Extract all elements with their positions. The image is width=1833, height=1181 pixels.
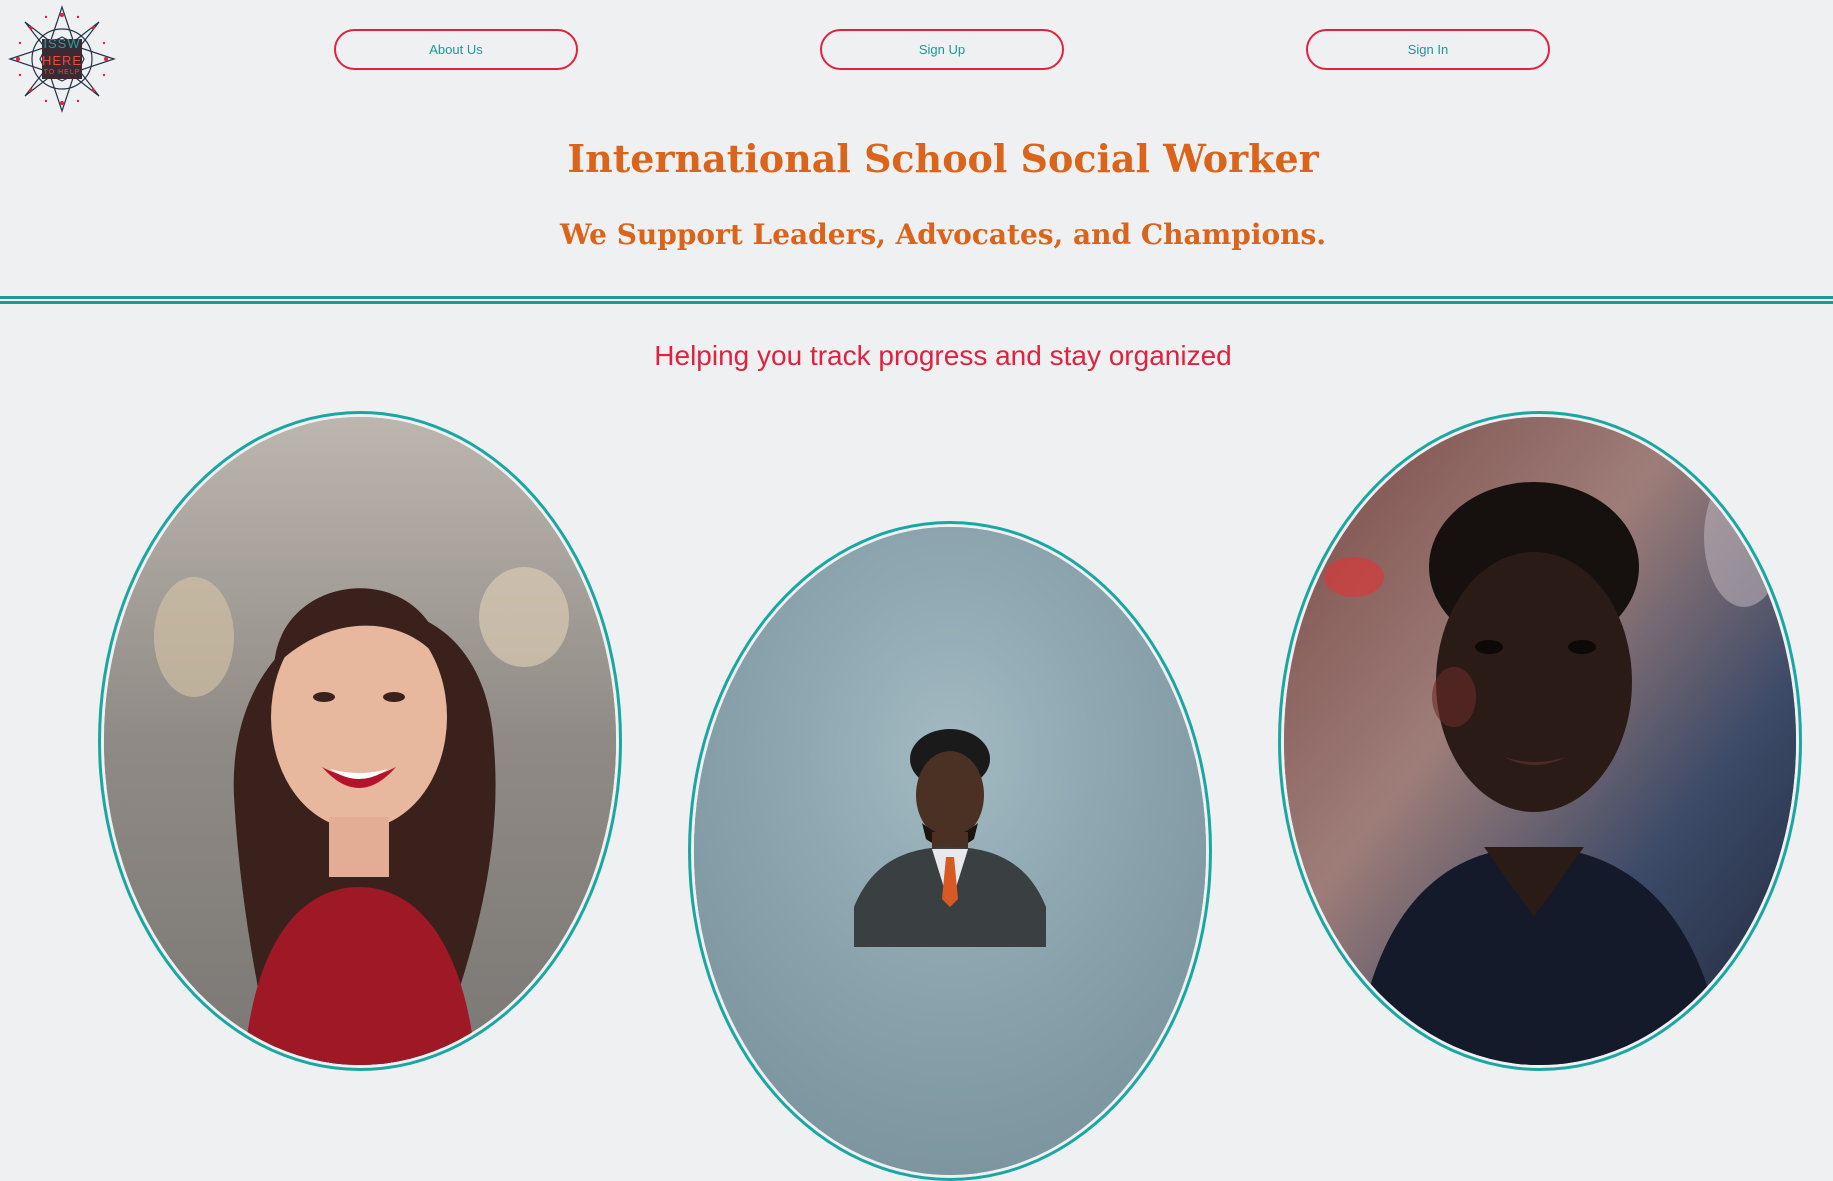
logo-text: ISSW HERE TO HELP [6,37,118,76]
man-photo [694,527,1206,1175]
man-portrait-image [694,527,1206,1175]
photo-frame-woman [98,411,622,1071]
woman-photo [104,417,616,1065]
tagline: Helping you track progress and stay orga… [654,340,1232,371]
page-subtitle: We Support Leaders, Advocates, and Champ… [559,218,1327,251]
page-title: International School Social Worker [567,136,1319,181]
photo-frame-boy [1278,411,1802,1071]
section-divider [0,296,1833,304]
site-logo[interactable]: ISSW HERE TO HELP [6,3,118,115]
boy-photo [1284,417,1796,1065]
photo-frame-man [688,521,1212,1181]
boy-portrait-image [1284,417,1796,1065]
logo-line-2: HERE [41,53,83,68]
about-us-button[interactable]: About Us [334,29,578,70]
sign-up-button[interactable]: Sign Up [820,29,1064,70]
logo-line-1: ISSW [43,36,81,51]
woman-portrait-image [104,417,616,1065]
logo-line-3: TO HELP [43,69,81,76]
sign-in-button[interactable]: Sign In [1306,29,1550,70]
